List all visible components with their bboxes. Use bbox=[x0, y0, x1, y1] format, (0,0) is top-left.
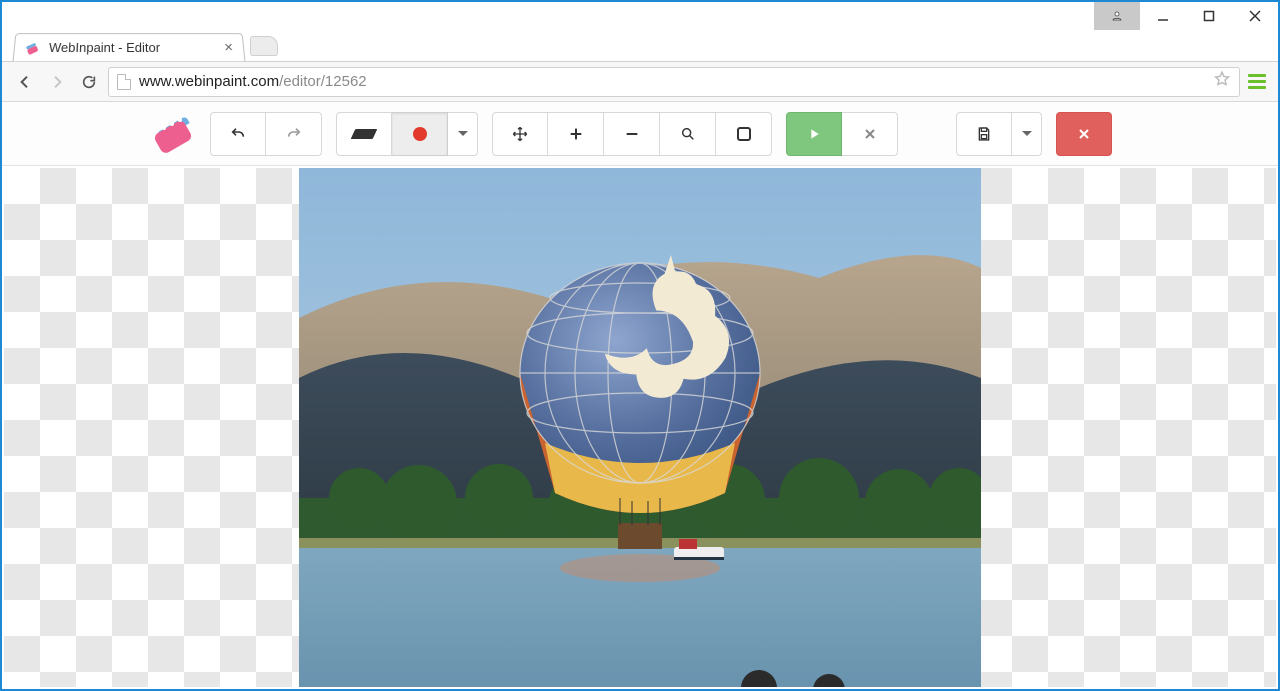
browser-tabstrip: WebInpaint - Editor × bbox=[2, 30, 1278, 62]
discard-button[interactable] bbox=[1056, 112, 1112, 156]
browser-tab[interactable]: WebInpaint - Editor × bbox=[13, 33, 246, 61]
minus-icon bbox=[624, 126, 640, 142]
marker-options-button[interactable] bbox=[448, 112, 478, 156]
rect-icon bbox=[737, 127, 751, 141]
caret-down-icon bbox=[1022, 131, 1032, 141]
run-group bbox=[786, 112, 898, 156]
move-icon bbox=[512, 126, 528, 142]
minimize-icon bbox=[1157, 10, 1169, 22]
new-tab-button[interactable] bbox=[250, 36, 278, 56]
user-account-button[interactable] bbox=[1094, 2, 1140, 30]
tab-title: WebInpaint - Editor bbox=[48, 40, 160, 55]
tool-group bbox=[336, 112, 478, 156]
close-icon bbox=[1249, 10, 1261, 22]
zoom-in-button[interactable] bbox=[548, 112, 604, 156]
webinpaint-logo[interactable] bbox=[152, 112, 196, 156]
window-minimize-button[interactable] bbox=[1140, 2, 1186, 30]
arrow-right-icon bbox=[49, 74, 65, 90]
url-text: www.webinpaint.com/editor/12562 bbox=[139, 73, 367, 90]
address-bar[interactable]: www.webinpaint.com/editor/12562 bbox=[108, 67, 1240, 97]
marker-tool-button[interactable] bbox=[392, 112, 448, 156]
editor-toolbar bbox=[2, 102, 1278, 166]
window-maximize-button[interactable] bbox=[1186, 2, 1232, 30]
marker-tool-icon bbox=[413, 127, 427, 141]
save-group bbox=[956, 112, 1042, 156]
crop-button[interactable] bbox=[716, 112, 772, 156]
undo-icon bbox=[230, 126, 246, 142]
zoom-out-button[interactable] bbox=[604, 112, 660, 156]
star-icon bbox=[1213, 70, 1231, 88]
eraser-icon bbox=[24, 40, 41, 56]
hamburger-icon bbox=[1248, 74, 1266, 77]
eraser-tool-icon bbox=[351, 129, 378, 139]
redo-icon bbox=[286, 126, 302, 142]
cancel-run-button[interactable] bbox=[842, 112, 898, 156]
save-icon bbox=[976, 126, 992, 142]
run-button[interactable] bbox=[786, 112, 842, 156]
back-button[interactable] bbox=[12, 69, 38, 95]
save-options-button[interactable] bbox=[1012, 112, 1042, 156]
undo-button[interactable] bbox=[210, 112, 266, 156]
history-group bbox=[210, 112, 322, 156]
eraser-tool-button[interactable] bbox=[336, 112, 392, 156]
bookmark-star-button[interactable] bbox=[1213, 70, 1231, 93]
browser-toolbar: www.webinpaint.com/editor/12562 bbox=[2, 62, 1278, 102]
magnifier-icon bbox=[680, 126, 696, 142]
x-icon bbox=[862, 126, 878, 142]
delete-group bbox=[1056, 112, 1112, 156]
redo-button[interactable] bbox=[266, 112, 322, 156]
x-icon bbox=[1076, 126, 1092, 142]
reload-icon bbox=[81, 74, 97, 90]
plus-icon bbox=[568, 126, 584, 142]
save-button[interactable] bbox=[956, 112, 1012, 156]
editor-canvas-area[interactable] bbox=[4, 168, 1276, 687]
forward-button[interactable] bbox=[44, 69, 70, 95]
move-tool-button[interactable] bbox=[492, 112, 548, 156]
zoom-fit-button[interactable] bbox=[660, 112, 716, 156]
arrow-left-icon bbox=[17, 74, 33, 90]
user-icon bbox=[1111, 10, 1123, 22]
window-close-button[interactable] bbox=[1232, 2, 1278, 30]
page-icon bbox=[117, 74, 131, 90]
view-group bbox=[492, 112, 772, 156]
reload-button[interactable] bbox=[76, 69, 102, 95]
tab-close-button[interactable]: × bbox=[224, 40, 234, 55]
editor-image[interactable] bbox=[299, 168, 981, 687]
play-icon bbox=[806, 126, 822, 142]
browser-menu-button[interactable] bbox=[1246, 74, 1268, 89]
caret-down-icon bbox=[458, 131, 468, 141]
window-titlebar bbox=[2, 2, 1278, 30]
maximize-icon bbox=[1203, 10, 1215, 22]
